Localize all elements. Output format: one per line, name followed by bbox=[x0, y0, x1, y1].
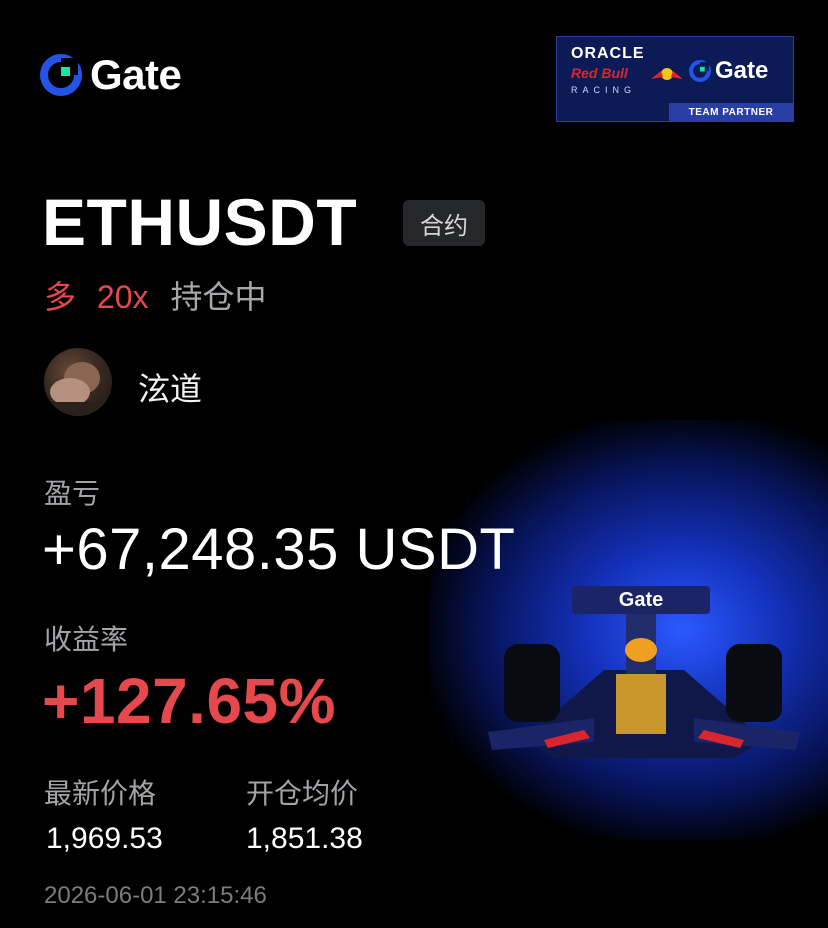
partner-footer: TEAM PARTNER bbox=[669, 103, 793, 121]
username: 泫道 bbox=[138, 371, 203, 407]
avatar bbox=[44, 348, 112, 416]
team-partner-badge: ORACLE Red Bull RACING Gate TEAM PARTNER bbox=[556, 36, 794, 122]
partner-line1: ORACLE bbox=[571, 45, 645, 62]
roi-value: +127.65% bbox=[42, 665, 337, 737]
svg-text:Gate: Gate bbox=[619, 589, 663, 611]
position-leverage: 20x bbox=[96, 279, 149, 315]
timestamp: 2026-06-01 23:15:46 bbox=[44, 882, 267, 909]
gate-logo-icon bbox=[689, 60, 711, 82]
pnl-label: 盈亏 bbox=[44, 478, 101, 509]
partner-line2: Red Bull bbox=[571, 65, 628, 81]
avatar-image bbox=[44, 362, 112, 416]
last-price-label: 最新价格 bbox=[44, 778, 157, 809]
partner-brand: Gate bbox=[715, 57, 769, 84]
pnl-value: +67,248.35 USDT bbox=[42, 517, 516, 582]
gate-logo-icon bbox=[40, 54, 82, 96]
brand-name: Gate bbox=[90, 51, 182, 98]
trading-pair: ETHUSDT bbox=[42, 185, 358, 259]
position-status: 持仓中 bbox=[170, 279, 267, 315]
entry-price-label: 开仓均价 bbox=[246, 778, 359, 809]
partner-line3: RACING bbox=[571, 85, 637, 95]
partner-gate-logo: Gate bbox=[689, 57, 768, 85]
entry-price-value: 1,851.38 bbox=[246, 822, 363, 855]
position-info: 多 20x 持仓中 bbox=[44, 272, 267, 318]
roi-label: 收益率 bbox=[44, 624, 129, 655]
last-price-value: 1,969.53 bbox=[46, 822, 163, 855]
gate-logo: Gate bbox=[40, 51, 182, 98]
contract-tag: 合约 bbox=[403, 200, 485, 246]
position-side: 多 bbox=[44, 279, 77, 315]
bull-icon bbox=[651, 68, 683, 80]
position-side-leverage: 多 20x bbox=[44, 272, 149, 318]
race-car-image: Gate bbox=[488, 586, 800, 758]
